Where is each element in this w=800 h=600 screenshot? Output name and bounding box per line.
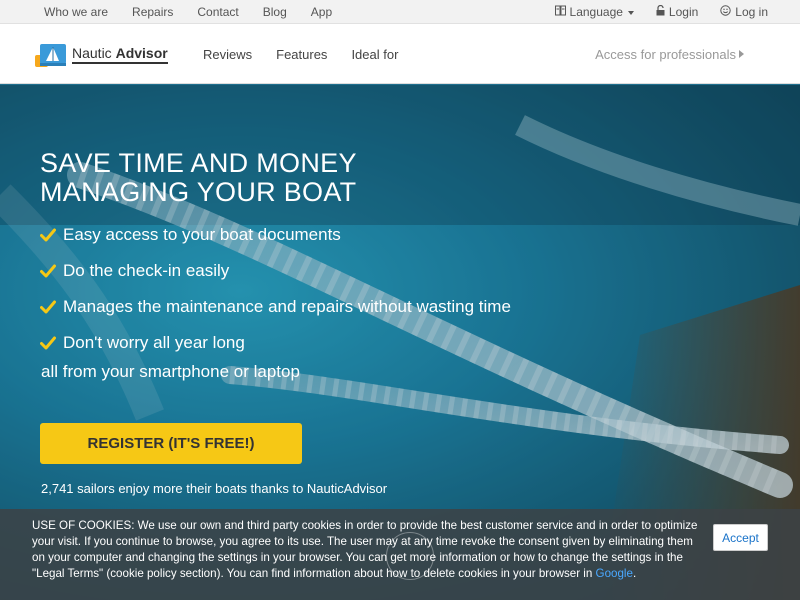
hero-headline: SAVE TIME AND MONEY MANAGING YOUR BOAT — [40, 149, 357, 207]
brand-name: Nautic Advisor — [72, 45, 168, 64]
benefit-item: Don't worry all year long — [40, 325, 511, 361]
cookie-notice-end: . — [632, 567, 637, 580]
check-icon — [40, 336, 56, 350]
hero-headline-line-1: SAVE TIME AND MONEY — [40, 148, 357, 178]
lock-icon — [656, 4, 665, 19]
benefit-text: Do the check-in easily — [63, 261, 230, 280]
hero-tagline: all from your smartphone or laptop — [41, 362, 300, 381]
nautic-advisor-logo-icon — [34, 35, 68, 73]
benefit-item: Manages the maintenance and repairs with… — [40, 289, 511, 325]
accept-cookies-button[interactable]: Accept — [713, 524, 768, 551]
check-icon — [40, 264, 56, 278]
smile-icon — [720, 5, 731, 19]
main-navbar: Nautic Advisor Reviews Features Ideal fo… — [0, 24, 800, 84]
cookie-notice-text: USE OF COOKIES: We use our own and third… — [32, 518, 702, 582]
check-icon — [40, 228, 56, 242]
language-dropdown[interactable]: Language — [554, 5, 634, 19]
scroll-down-icon[interactable] — [386, 532, 434, 580]
chevron-down-icon — [627, 10, 634, 15]
benefit-text: Manages the maintenance and repairs with… — [63, 297, 511, 316]
nav-link-features[interactable]: Features — [276, 47, 327, 62]
professionals-access-link[interactable]: Access for professionals — [595, 24, 744, 84]
benefits-list: Easy access to your boat documents Do th… — [40, 217, 511, 361]
sailors-count-text: 2,741 sailors enjoy more their boats tha… — [41, 481, 388, 496]
language-label: Language — [569, 5, 623, 19]
nav-link-reviews[interactable]: Reviews — [203, 47, 252, 62]
signup-label: Log in — [735, 5, 768, 19]
top-link-repairs[interactable]: Repairs — [132, 5, 173, 19]
language-icon — [554, 5, 566, 19]
top-utility-bar: Who we are Repairs Contact Blog App Lang… — [0, 0, 800, 24]
top-link-contact[interactable]: Contact — [197, 5, 238, 19]
login-link[interactable]: Login — [656, 4, 699, 19]
brand-name-bold: Advisor — [115, 44, 168, 61]
brand-name-light: Nautic — [72, 44, 116, 61]
benefit-item: Easy access to your boat documents — [40, 217, 511, 253]
benefit-text: Don't worry all year long — [63, 333, 245, 352]
top-link-who-we-are[interactable]: Who we are — [44, 5, 108, 19]
top-account-links: Language Login Log in — [533, 0, 768, 24]
primary-nav: Reviews Features Ideal for — [203, 24, 422, 84]
hero-headline-line-2: MANAGING YOUR BOAT — [40, 177, 357, 207]
nav-link-ideal-for[interactable]: Ideal for — [351, 47, 398, 62]
register-button[interactable]: REGISTER (IT'S FREE!) — [40, 423, 302, 464]
cookie-google-link[interactable]: Google — [596, 567, 633, 580]
caret-right-icon — [739, 50, 744, 58]
check-icon — [40, 300, 56, 314]
benefit-text: Easy access to your boat documents — [63, 225, 341, 244]
top-links: Who we are Repairs Contact Blog App — [44, 0, 356, 24]
top-link-blog[interactable]: Blog — [263, 5, 287, 19]
signup-link[interactable]: Log in — [720, 5, 768, 19]
login-label: Login — [668, 5, 699, 19]
brand-logo-link[interactable]: Nautic Advisor — [34, 32, 168, 76]
benefit-item: Do the check-in easily — [40, 253, 511, 289]
top-link-app[interactable]: App — [311, 5, 332, 19]
professionals-access-label: Access for professionals — [595, 46, 736, 62]
